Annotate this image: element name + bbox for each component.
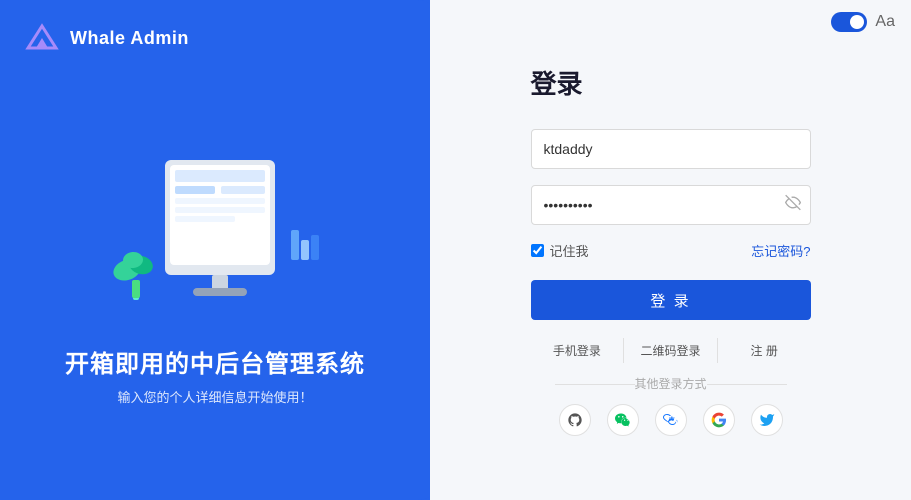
lang-icon[interactable]: Aа: [875, 13, 895, 31]
form-options: 记住我 忘记密码?: [531, 241, 811, 260]
left-panel: Whale Admin: [0, 0, 430, 500]
twitter-icon[interactable]: [751, 404, 783, 436]
social-icons: [531, 404, 811, 436]
qrcode-login-btn[interactable]: 二维码登录: [624, 338, 718, 363]
username-input[interactable]: [531, 129, 811, 169]
illustration-area: 开箱即用的中后台管理系统 输入您的个人详细信息开始使用！: [0, 76, 430, 500]
remember-me-checkbox[interactable]: [531, 244, 544, 257]
wechat-icon[interactable]: [607, 404, 639, 436]
github-icon[interactable]: [559, 404, 591, 436]
login-button[interactable]: 登 录: [531, 280, 811, 320]
register-btn[interactable]: 注 册: [718, 338, 811, 363]
login-form: 登录 记住我 忘记密码? 登 录 手机登录 二维码登录 注: [531, 64, 811, 436]
eye-icon[interactable]: [785, 195, 801, 216]
password-wrapper: [531, 185, 811, 225]
remember-me-label[interactable]: 记住我: [531, 241, 589, 260]
right-panel: Aа 登录 记住我 忘记密码? 登 录 手机登录: [430, 0, 911, 500]
header: Whale Admin: [0, 0, 430, 76]
tagline: 开箱即用的中后台管理系统: [65, 344, 365, 379]
remember-me-text: 记住我: [550, 241, 589, 260]
logo-icon: [24, 20, 60, 56]
plant-left: [110, 251, 154, 300]
subtitle: 输入您的个人详细信息开始使用！: [117, 387, 312, 406]
top-controls: Aа: [831, 12, 895, 32]
forgot-password-link[interactable]: 忘记密码?: [751, 241, 810, 260]
theme-toggle[interactable]: [831, 12, 867, 32]
logo-text: Whale Admin: [70, 28, 189, 49]
password-input[interactable]: [531, 185, 811, 225]
google-icon[interactable]: [703, 404, 735, 436]
monitor-illustration: [105, 150, 325, 320]
phone-login-btn[interactable]: 手机登录: [531, 338, 625, 363]
alt-methods: 手机登录 二维码登录 注 册: [531, 338, 811, 363]
form-title: 登录: [531, 64, 811, 101]
alipay-icon[interactable]: [655, 404, 687, 436]
other-methods-label: 其他登录方式: [531, 375, 811, 392]
